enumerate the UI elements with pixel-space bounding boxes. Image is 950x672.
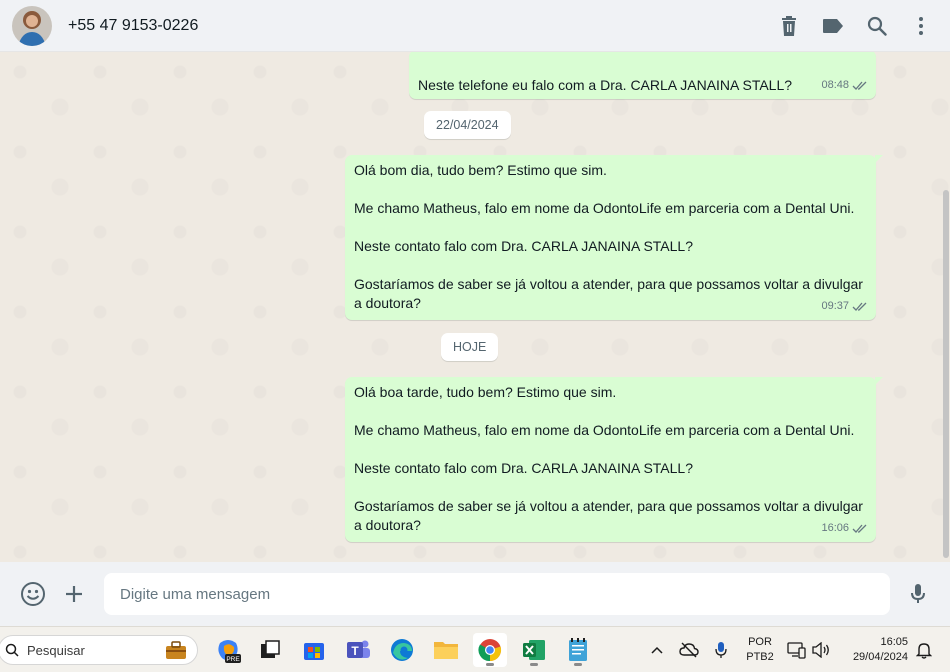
message-text: Neste telefone eu falo com a Dra. CARLA … [418,77,793,93]
windows-taskbar: Pesquisar PRE T POR PTB2 16:05 29/04/202… [0,626,950,672]
label-icon[interactable] [822,15,844,37]
date-divider: HOJE [441,333,499,361]
app-running-indicator [574,663,582,666]
search-icon[interactable] [866,15,888,37]
task-view-icon[interactable] [253,633,287,667]
microsoft-store-icon[interactable] [297,633,331,667]
app-running-indicator [486,663,494,666]
cloud-offline-icon[interactable] [678,639,700,661]
date-divider: 22/04/2024 [424,111,511,139]
clock-date: 29/04/2024 [852,651,908,663]
clock-time: 16:05 [880,636,908,648]
language-code: POR [748,636,772,648]
teams-letter: T [351,644,359,658]
attach-plus-icon[interactable] [62,582,86,606]
input-language-indicator[interactable]: POR PTB2 [744,635,776,665]
chrome-browser-icon[interactable] [473,633,507,667]
message-time: 09:37 [821,300,849,312]
teams-icon[interactable]: T [341,633,375,667]
file-explorer-icon[interactable] [429,633,463,667]
read-ticks-icon [852,524,867,533]
message-text: Olá bom dia, tudo bem? Estimo que sim. M… [354,162,863,311]
message-composer [0,562,950,626]
chat-header: +55 47 9153-0226 [0,0,950,52]
chat-scrollbar[interactable] [942,52,950,562]
chevron-up-icon[interactable] [646,639,668,661]
taskbar-search[interactable]: Pesquisar [0,635,198,665]
microphone-icon[interactable] [906,582,930,606]
read-ticks-icon [852,302,867,311]
taskbar-search-label: Pesquisar [27,642,85,658]
contact-name[interactable]: +55 47 9153-0226 [68,17,198,35]
message-input[interactable] [104,573,890,615]
app-running-indicator [530,663,538,666]
message-time: 16:06 [821,522,849,534]
excel-icon[interactable] [517,633,551,667]
contact-avatar[interactable] [12,5,52,46]
message-bubble[interactable]: Olá boa tarde, tudo bem? Estimo que sim.… [345,377,883,542]
toolbox-icon [166,641,186,659]
notification-bell-icon[interactable] [913,639,935,661]
taskbar-clock[interactable]: 16:05 29/04/2024 [840,635,908,665]
volume-icon[interactable] [810,639,832,661]
keyboard-layout: PTB2 [746,651,774,663]
pre-badge-text: PRE [226,656,240,663]
menu-icon[interactable] [910,15,932,37]
trash-icon[interactable] [778,15,800,37]
search-icon [5,643,19,657]
notepad-icon[interactable] [561,633,595,667]
chat-panel[interactable]: Neste telefone eu falo com a Dra. CARLA … [0,52,950,562]
microphone-tray-icon[interactable] [710,639,732,661]
network-icon[interactable] [786,639,808,661]
message-text: Olá boa tarde, tudo bem? Estimo que sim.… [354,384,863,533]
message-time: 08:48 [821,79,849,91]
copilot-app-icon[interactable]: PRE [211,633,245,667]
emoji-icon[interactable] [20,581,46,607]
message-bubble[interactable]: Olá bom dia, tudo bem? Estimo que sim. M… [345,155,883,320]
edge-browser-icon[interactable] [385,633,419,667]
read-ticks-icon [852,81,867,90]
message-bubble[interactable]: Neste telefone eu falo com a Dra. CARLA … [409,52,876,99]
scrollbar-thumb[interactable] [943,190,949,558]
